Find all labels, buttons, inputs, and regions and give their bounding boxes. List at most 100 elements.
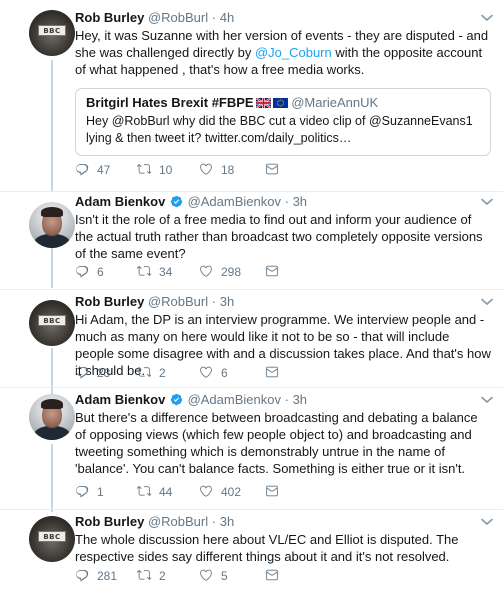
retweet-button[interactable]: 2 <box>137 365 166 381</box>
reply-button[interactable]: 1 <box>75 484 104 500</box>
retweet-button[interactable]: 10 <box>137 162 172 178</box>
retweet-icon <box>137 568 151 582</box>
heart-icon <box>199 484 213 498</box>
separator: · <box>211 10 217 25</box>
like-count: 402 <box>221 485 242 499</box>
uk-flag-icon <box>255 98 271 108</box>
separator: · <box>211 514 217 529</box>
envelope-icon <box>265 484 279 498</box>
tweet[interactable]: BBC Rob Burley @RobBurl · 3h The whole d… <box>0 510 503 590</box>
timestamp[interactable]: 3h <box>293 194 307 209</box>
verified-badge-icon <box>170 195 183 208</box>
like-button[interactable]: 18 <box>199 162 234 178</box>
author-handle[interactable]: @AdamBienkov <box>188 392 281 407</box>
timestamp[interactable]: 3h <box>220 514 234 529</box>
reply-count: 47 <box>97 163 111 177</box>
timestamp[interactable]: 3h <box>293 392 307 407</box>
bbc-sign-image: BBC <box>38 25 66 36</box>
tweet-header: Adam Bienkov @AdamBienkov · 3h <box>75 194 491 210</box>
author-name[interactable]: Adam Bienkov <box>75 392 165 407</box>
like-button[interactable]: 6 <box>199 365 228 381</box>
reply-button[interactable]: 281 <box>75 568 117 584</box>
bbc-sign-image: BBC <box>38 315 66 326</box>
tweet[interactable]: Adam Bienkov @AdamBienkov · 3h But there… <box>0 388 503 510</box>
envelope-icon <box>265 264 279 278</box>
tweet-header: Adam Bienkov @AdamBienkov · 3h <box>75 392 491 408</box>
quoted-tweet[interactable]: Britgirl Hates Brexit #FBPE @MarieAnnUK … <box>75 88 491 156</box>
message-button[interactable] <box>265 568 287 584</box>
author-name[interactable]: Rob Burley <box>75 294 144 309</box>
quoted-tweet-text: Hey @RobBurl why did the BBC cut a video… <box>86 114 473 145</box>
retweet-count: 2 <box>159 569 166 583</box>
tweet-header: Rob Burley @RobBurl · 3h <box>75 514 491 530</box>
retweet-count: 44 <box>159 485 173 499</box>
heart-icon <box>199 264 213 278</box>
like-count: 298 <box>221 265 242 279</box>
tweet-text: The whole discussion here about VL/EC an… <box>75 532 459 564</box>
reply-button[interactable]: 23 <box>75 365 110 381</box>
message-button[interactable] <box>265 162 287 178</box>
reply-icon <box>75 365 89 379</box>
chevron-down-icon[interactable] <box>481 395 493 405</box>
tweet[interactable]: Adam Bienkov @AdamBienkov · 3h Isn't it … <box>0 192 503 290</box>
retweet-button[interactable]: 2 <box>137 568 166 584</box>
retweet-icon <box>137 365 151 379</box>
avatar[interactable] <box>29 202 75 248</box>
author-name[interactable]: Rob Burley <box>75 10 144 25</box>
tweet[interactable]: BBC Rob Burley @RobBurl · 3h Hi Adam, th… <box>0 290 503 388</box>
reply-icon <box>75 484 89 498</box>
tweet-text: Isn't it the role of a free media to fin… <box>75 212 483 261</box>
reply-count: 6 <box>97 265 104 279</box>
author-handle[interactable]: @RobBurl <box>148 10 208 25</box>
tweet-text: Hey, it was Suzanne with her version of … <box>75 28 489 77</box>
avatar[interactable]: BBC <box>29 516 75 562</box>
like-count: 5 <box>221 569 228 583</box>
like-count: 18 <box>221 163 235 177</box>
like-button[interactable]: 402 <box>199 484 241 500</box>
retweet-button[interactable]: 44 <box>137 484 172 500</box>
mention-link[interactable]: @Jo_Coburn <box>255 45 332 60</box>
reply-icon <box>75 264 89 278</box>
like-count: 6 <box>221 366 228 380</box>
avatar[interactable]: BBC <box>29 300 75 346</box>
author-name[interactable]: Rob Burley <box>75 514 144 529</box>
reply-count: 281 <box>97 569 118 583</box>
chevron-down-icon[interactable] <box>481 297 493 307</box>
tweet-header: Rob Burley @RobBurl · 4h <box>75 10 491 26</box>
author-handle[interactable]: @RobBurl <box>148 514 208 529</box>
message-button[interactable] <box>265 484 287 500</box>
retweet-count: 10 <box>159 163 173 177</box>
like-button[interactable]: 5 <box>199 568 228 584</box>
retweet-icon <box>137 264 151 278</box>
retweet-count: 34 <box>159 265 173 279</box>
verified-badge-icon <box>170 393 183 406</box>
author-handle[interactable]: @RobBurl <box>148 294 208 309</box>
chevron-down-icon[interactable] <box>481 13 493 23</box>
heart-icon <box>199 568 213 582</box>
reply-button[interactable]: 47 <box>75 162 110 178</box>
reply-button[interactable]: 6 <box>75 264 104 280</box>
chevron-down-icon[interactable] <box>481 197 493 207</box>
like-button[interactable]: 298 <box>199 264 241 280</box>
chevron-down-icon[interactable] <box>481 517 493 527</box>
avatar[interactable] <box>29 394 75 440</box>
retweet-button[interactable]: 34 <box>137 264 172 280</box>
retweet-count: 2 <box>159 366 166 380</box>
retweet-icon <box>137 484 151 498</box>
separator: · <box>284 194 289 209</box>
reply-icon <box>75 162 89 176</box>
message-button[interactable] <box>265 264 287 280</box>
tweet-text: But there's a difference between broadca… <box>75 410 478 476</box>
message-button[interactable] <box>265 365 287 381</box>
author-name[interactable]: Adam Bienkov <box>75 194 165 209</box>
reply-count: 1 <box>97 485 104 499</box>
envelope-icon <box>265 365 279 379</box>
timestamp[interactable]: 4h <box>220 10 234 25</box>
quoted-author-handle: @MarieAnnUK <box>291 95 379 110</box>
heart-icon <box>199 365 213 379</box>
tweet[interactable]: BBC Rob Burley @RobBurl · 4h Hey, it was… <box>0 0 503 192</box>
author-handle[interactable]: @AdamBienkov <box>188 194 281 209</box>
avatar[interactable]: BBC <box>29 10 75 56</box>
separator: · <box>284 392 289 407</box>
timestamp[interactable]: 3h <box>220 294 234 309</box>
